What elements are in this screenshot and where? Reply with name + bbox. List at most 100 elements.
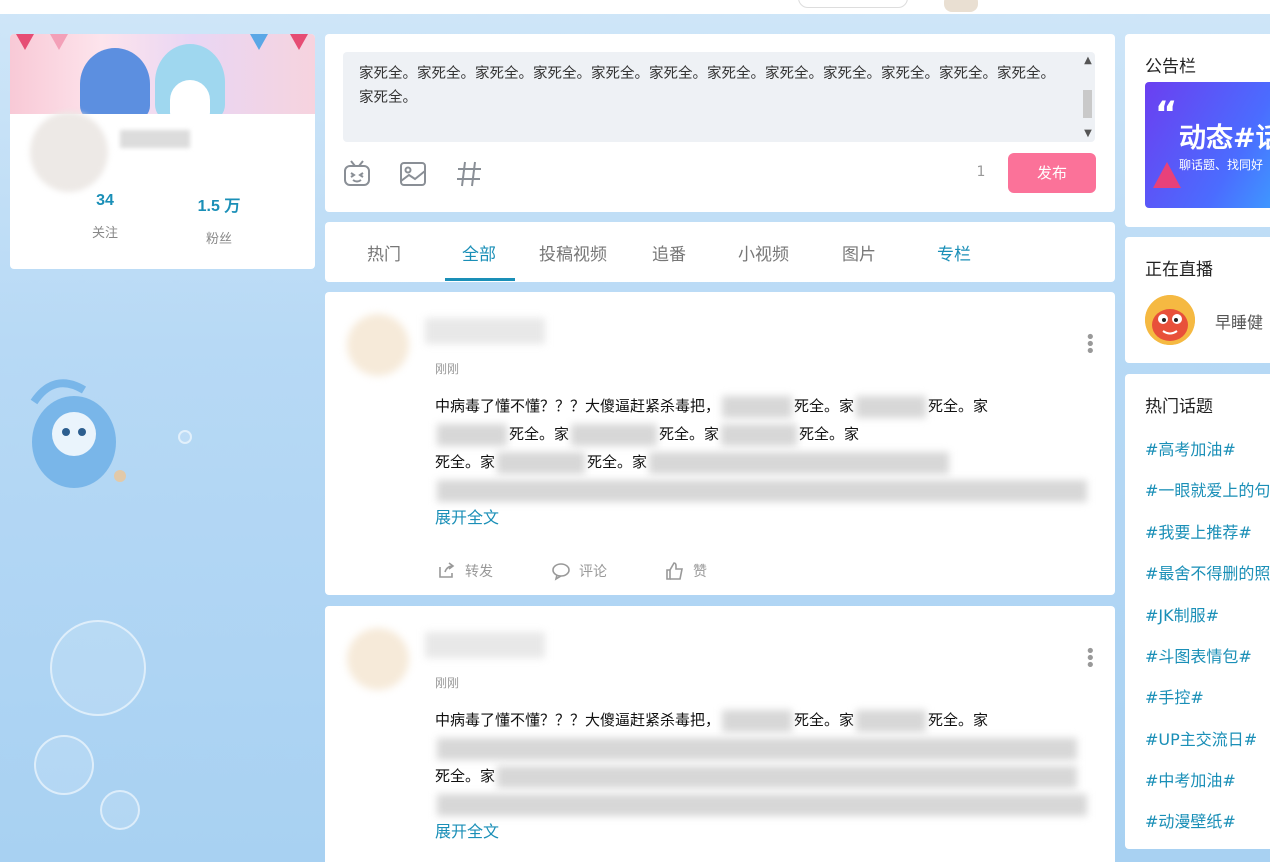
profile-avatar[interactable] [30, 112, 108, 192]
tab-short-video[interactable]: 小视频 [738, 240, 789, 265]
tab-articles[interactable]: 专栏 [937, 240, 971, 265]
composer-scrollbar[interactable]: ▲ ▼ [1079, 52, 1097, 142]
redacted-text [497, 451, 586, 474]
quote-icon: “ [1155, 94, 1178, 134]
tab-images[interactable]: 图片 [842, 240, 876, 265]
composer-text: 家死全。家死全。家死全。家死全。家死全。家死全。家死全。家死全。家死全。家死全。… [359, 66, 1055, 106]
tab-anime[interactable]: 追番 [652, 240, 686, 265]
like-button[interactable]: 赞 [665, 560, 707, 582]
search-box[interactable] [798, 0, 908, 8]
expand-full-text-link[interactable]: 展开全文 [435, 504, 499, 528]
hot-topics-title: 热门话题 [1145, 397, 1213, 417]
banner-flag [16, 34, 34, 50]
more-options-icon[interactable]: • • • [1085, 329, 1096, 361]
post-actions: 转发 评论 赞 [437, 560, 837, 582]
char-counter: 1 [976, 164, 986, 180]
active-tab-indicator [445, 278, 515, 281]
emoji-icon[interactable] [341, 158, 373, 190]
banner-character [80, 48, 150, 114]
post-composer: 家死全。家死全。家死全。家死全。家死全。家死全。家死全。家死全。家死全。家死全。… [325, 34, 1115, 212]
post-text-fragment: 死全。家 [794, 711, 855, 729]
redacted-text [856, 709, 927, 732]
forward-label: 转发 [465, 564, 493, 580]
notice-board-card: 公告栏 “ 动态#话 聊话题、找同好 [1125, 34, 1270, 227]
post-text: 中病毒了懂不懂？？？大傻逼赶紧杀毒把， [435, 711, 721, 729]
post-author-name[interactable] [425, 318, 545, 344]
hot-topic-link[interactable]: #中考加油# [1145, 767, 1236, 791]
hot-topic-link[interactable]: #高考加油# [1145, 436, 1236, 460]
redacted-text [437, 793, 1087, 816]
profile-username[interactable] [120, 130, 190, 148]
hot-topic-link[interactable]: #一眼就爱上的句 [1145, 477, 1270, 501]
tab-videos[interactable]: 投稿视频 [539, 240, 607, 265]
post-author-avatar[interactable] [347, 314, 409, 376]
redacted-text [721, 423, 798, 446]
mascot-illustration [30, 379, 126, 488]
redacted-text [856, 395, 927, 418]
banner-flag [50, 34, 68, 50]
post-text-fragment: 死全。家 [794, 397, 855, 415]
notice-title: 公告栏 [1145, 57, 1196, 77]
notice-banner-title: 动态#话 [1179, 123, 1270, 154]
post-text-fragment: 死全。家 [928, 397, 989, 415]
redacted-text [649, 451, 950, 474]
profile-card: 34 关注 1.5 万 粉丝 [10, 34, 315, 269]
following-label: 关注 [91, 226, 118, 241]
banner-flag [250, 34, 268, 50]
post-text: 中病毒了懂不懂？？？大傻逼赶紧杀毒把， [435, 397, 721, 415]
hot-topic-link[interactable]: #JK制服# [1145, 602, 1219, 626]
post-text-fragment: 死全。家 [509, 425, 570, 443]
hot-topic-link[interactable]: #动漫壁纸# [1145, 808, 1236, 832]
hot-topic-link[interactable]: #最舍不得删的照 [1145, 560, 1270, 584]
notice-banner[interactable]: “ 动态#话 聊话题、找同好 [1145, 82, 1270, 208]
post-text-fragment: 死全。家 [435, 453, 496, 471]
hashtag-icon[interactable] [453, 158, 485, 190]
post-author-avatar[interactable] [347, 628, 409, 690]
redacted-text [722, 709, 793, 732]
hot-topic-link[interactable]: #手控# [1145, 684, 1204, 708]
like-label: 赞 [693, 564, 707, 580]
post-text-fragment: 死全。家 [799, 425, 860, 443]
background-bubble [178, 430, 192, 444]
image-icon[interactable] [397, 158, 429, 190]
live-title: 正在直播 [1145, 260, 1213, 280]
scroll-down-arrow-icon[interactable]: ▼ [1079, 128, 1097, 139]
streamer-avatar-icon [1145, 295, 1195, 345]
redacted-text [437, 423, 507, 446]
hot-topic-link[interactable]: #斗图表情包# [1145, 643, 1252, 667]
publish-button[interactable]: 发布 [1008, 153, 1096, 193]
live-streamer-avatar[interactable] [1145, 295, 1195, 345]
scroll-up-arrow-icon[interactable]: ▲ [1079, 55, 1097, 66]
forward-button[interactable]: 转发 [437, 560, 493, 582]
redacted-text [722, 395, 793, 418]
post-time: 刚刚 [435, 362, 460, 376]
post-author-name[interactable] [425, 632, 545, 658]
live-now-card: 正在直播 早睡健 [1125, 237, 1270, 363]
feed-post: 刚刚 • • • 中病毒了懂不懂？？？大傻逼赶紧杀毒把， 死全。家 死全。家 死全。家 … [325, 606, 1115, 862]
post-content: 中病毒了懂不懂？？？大傻逼赶紧杀毒把， 死全。家 死全。家 死全。家 [435, 706, 1095, 818]
comment-label: 评论 [579, 564, 607, 580]
live-streamer-name[interactable]: 早睡健 [1215, 309, 1263, 333]
followers-label: 粉丝 [205, 232, 232, 247]
expand-full-text-link[interactable]: 展开全文 [435, 818, 499, 842]
hot-topics-card: 热门话题 #高考加油# #一眼就爱上的句 #我要上推荐# #最舍不得删的照 #J… [1125, 374, 1270, 849]
hot-topic-link[interactable]: #我要上推荐# [1145, 519, 1252, 543]
tab-all[interactable]: 全部 [462, 240, 496, 265]
comment-icon [552, 563, 570, 581]
profile-banner [10, 34, 315, 114]
more-options-icon[interactable]: • • • [1085, 643, 1096, 675]
composer-textarea[interactable]: 家死全。家死全。家死全。家死全。家死全。家死全。家死全。家死全。家死全。家死全。… [343, 52, 1095, 142]
user-avatar[interactable] [944, 0, 978, 12]
post-text-fragment: 死全。家 [928, 711, 989, 729]
hot-topic-link[interactable]: #UP主交流日# [1145, 726, 1257, 750]
tab-hot[interactable]: 热门 [367, 240, 401, 265]
following-stat[interactable]: 34 关注 [60, 192, 150, 241]
followers-count: 1.5 万 [197, 198, 241, 215]
followers-stat[interactable]: 1.5 万 粉丝 [174, 192, 264, 247]
scrollbar-thumb[interactable] [1083, 90, 1092, 118]
post-text-fragment: 死全。家 [435, 767, 496, 785]
comment-button[interactable]: 评论 [551, 560, 607, 582]
notice-banner-subtitle: 聊话题、找同好 [1179, 158, 1264, 172]
post-text-fragment: 死全。家 [587, 453, 648, 471]
feed-tabs: 热门 全部 投稿视频 追番 小视频 图片 专栏 [325, 222, 1115, 282]
